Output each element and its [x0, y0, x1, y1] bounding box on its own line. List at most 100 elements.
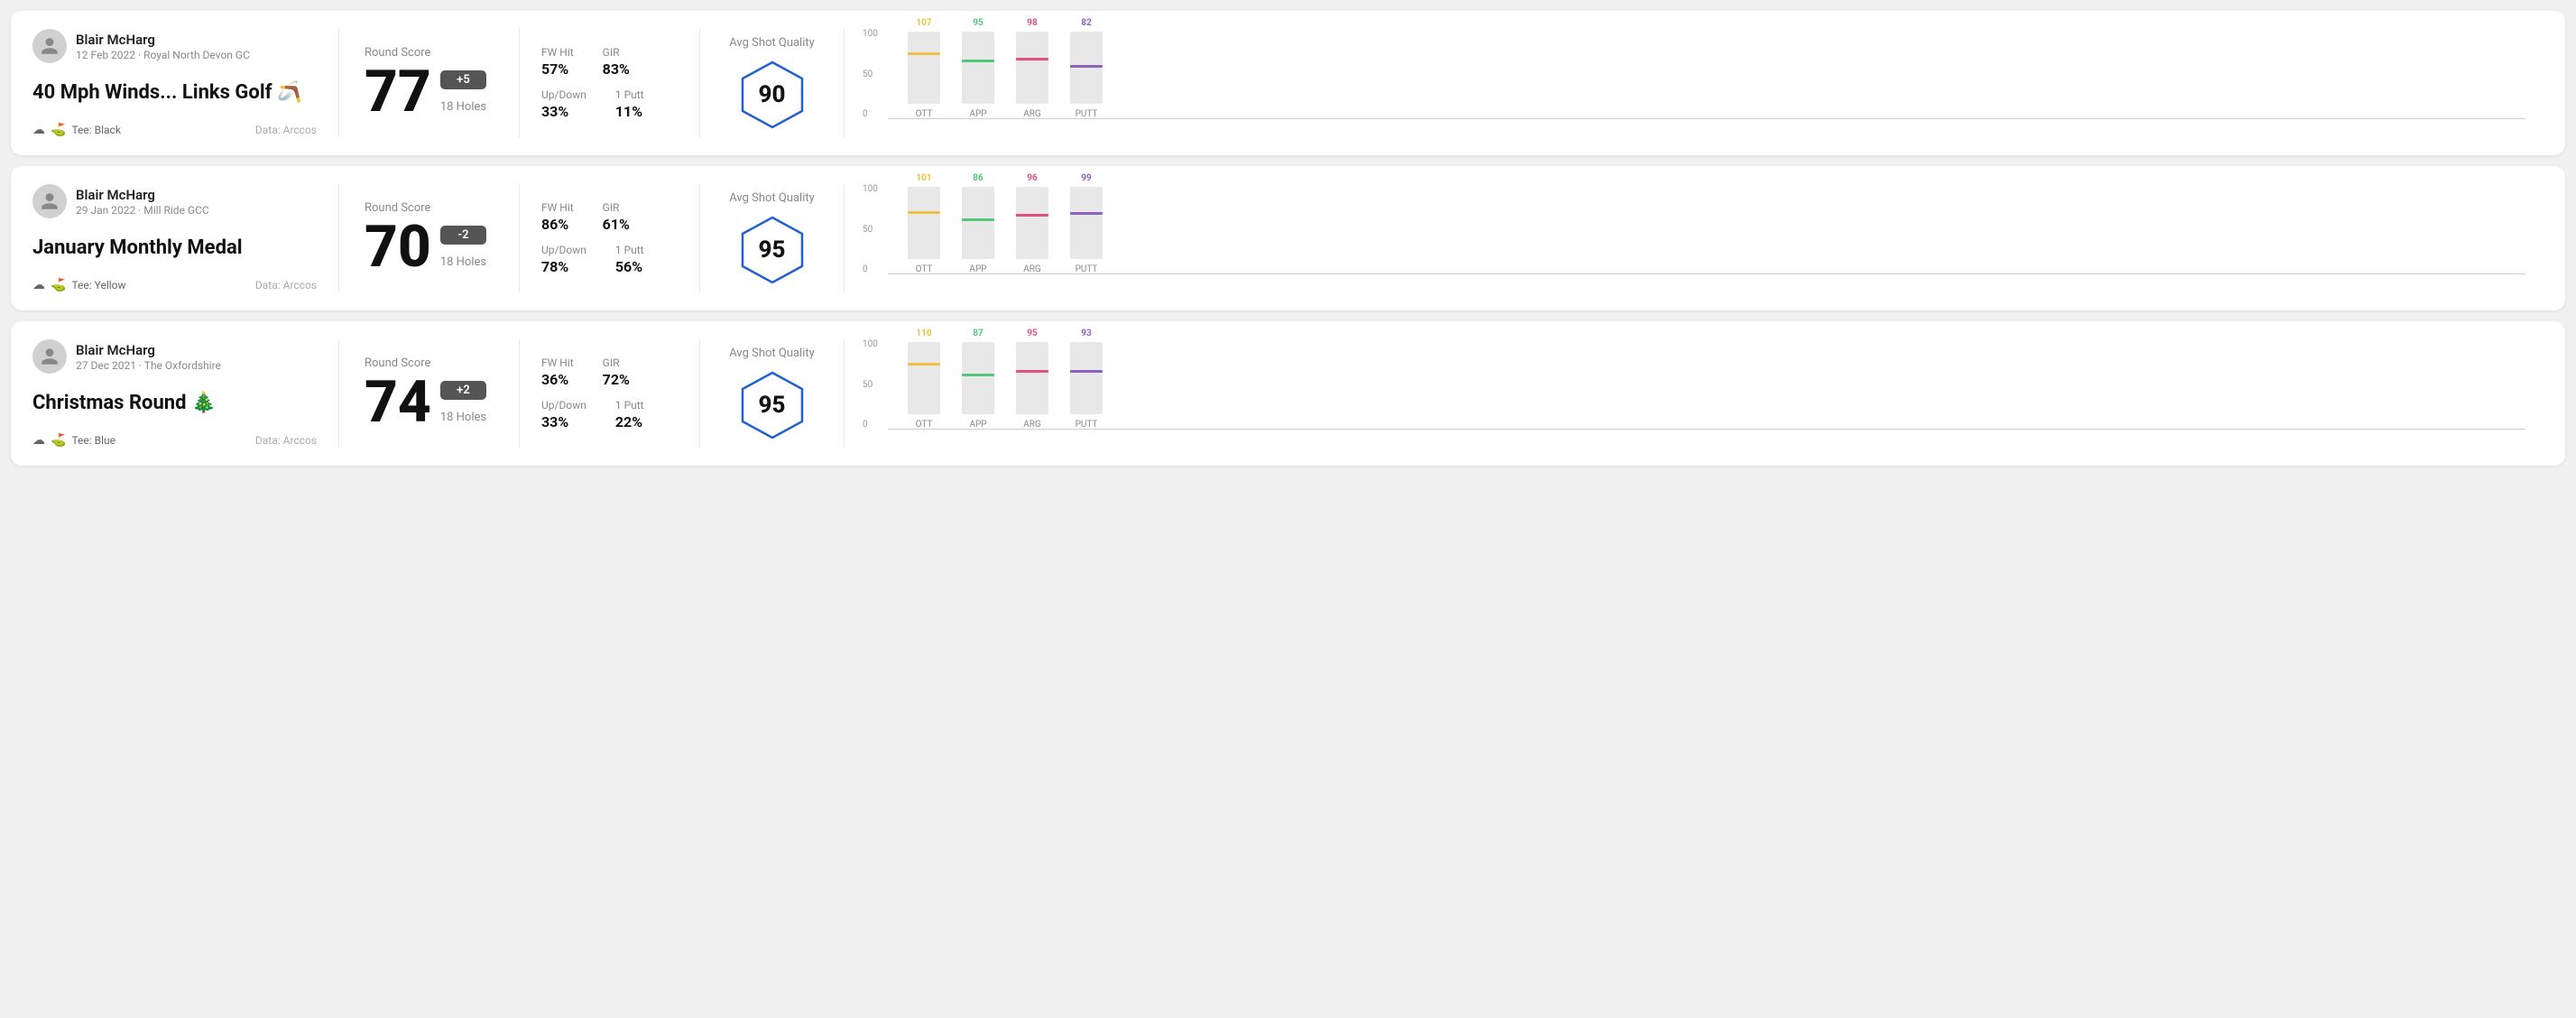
round-title: 40 Mph Winds... Links Golf 🪃 [32, 81, 317, 104]
up-down: Up/Down33% [541, 399, 586, 430]
quality-label: Avg Shot Quality [729, 36, 815, 50]
bar-group-app: 95APP [960, 18, 996, 119]
tee-label: Tee: Blue [71, 434, 115, 447]
bar-value-ott: 110 [916, 329, 931, 338]
y-axis: 100500 [863, 29, 888, 119]
up-down-value: 78% [541, 258, 586, 275]
bar-bg-putt [1070, 32, 1103, 104]
bar-color-line-ott [908, 363, 940, 366]
bar-wrapper-arg [1014, 342, 1050, 414]
bar-fill-putt [1070, 369, 1103, 414]
stats-section: FW Hit57% GIR83% Up/Down33% 1 Putt11% [520, 29, 700, 137]
chart-section: 100500107OTT95APP98ARG82PUTT [845, 29, 2544, 137]
one-putt-value: 56% [615, 258, 644, 275]
bar-fill-app [962, 217, 994, 259]
y-axis-label: 50 [863, 225, 888, 235]
cloud-icon: ☁ [32, 433, 45, 448]
up-down-value: 33% [541, 103, 586, 120]
bar-color-line-app [962, 374, 994, 376]
fw-hit-label: FW Hit [541, 46, 574, 59]
chart-baseline [888, 273, 2525, 274]
bar-bg-putt [1070, 187, 1103, 259]
up-down: Up/Down33% [541, 88, 586, 120]
bar-value-app: 87 [973, 329, 983, 338]
gir-label: GIR [603, 356, 630, 369]
bar-wrapper-arg [1014, 32, 1050, 104]
stats-row-2: Up/Down33% 1 Putt11% [541, 88, 678, 120]
fw-hit-label: FW Hit [541, 201, 574, 214]
stats-row-1: FW Hit57% GIR83% [541, 46, 678, 78]
bar-color-line-app [962, 218, 994, 221]
bar-color-line-ott [908, 52, 940, 55]
gir: GIR61% [603, 201, 630, 233]
bar-color-line-putt [1070, 212, 1103, 215]
bar-value-arg: 98 [1027, 18, 1037, 28]
fw-hit-value: 57% [541, 60, 574, 78]
gir: GIR 72% [603, 356, 630, 388]
player-footer: ☁⛳Tee: BlueData: Arccos [32, 433, 317, 448]
score-holes: 18 Holes [440, 411, 486, 424]
score-section: Round Score70-218 Holes [339, 184, 520, 292]
one-putt-value: 22% [615, 413, 644, 430]
stats-row-2: Up/Down78% 1 Putt 56% [541, 244, 678, 275]
avatar [32, 29, 67, 63]
score-badge-wrap: -218 Holes [440, 226, 486, 276]
y-axis: 100500 [863, 184, 888, 274]
y-axis-label: 0 [863, 264, 888, 274]
bar-fill-ott [908, 210, 940, 259]
bar-bg-ott [908, 32, 940, 104]
bar-value-arg: 96 [1027, 173, 1037, 183]
hex-score-value: 95 [759, 236, 786, 264]
bar-group-putt: 99PUTT [1068, 173, 1104, 274]
bar-wrapper-ott [906, 187, 942, 259]
bar-wrapper-putt [1068, 32, 1104, 104]
bar-bg-ott [908, 342, 940, 414]
score-diff-badge: +2 [440, 381, 486, 400]
stats-row-1: FW Hit36%GIR72% [541, 356, 678, 388]
round-title: Christmas Round 🎄 [32, 392, 317, 414]
y-axis-label: 100 [863, 29, 888, 39]
bar-group-app: 87APP [960, 329, 996, 430]
bar-color-line-app [962, 60, 994, 62]
bar-fill-putt [1070, 64, 1103, 104]
bar-color-line-arg [1016, 370, 1048, 373]
one-putt-label: 1 Putt [615, 244, 644, 256]
cloud-icon: ☁ [32, 123, 45, 137]
fw-hit-value: 36% [541, 371, 574, 388]
up-down-label: Up/Down [541, 399, 586, 412]
bar-wrapper-arg [1014, 187, 1050, 259]
bar-bg-arg [1016, 32, 1048, 104]
chart-section: 100500110OTT87APP95ARG93PUTT [845, 339, 2544, 448]
stats-row-1: FW Hit86%GIR61% [541, 201, 678, 233]
bar-group-ott: 107OTT [906, 18, 942, 119]
player-footer: ☁⛳Tee: YellowData: Arccos [32, 278, 317, 292]
player-footer: ☁⛳Tee: BlackData: Arccos [32, 123, 317, 137]
fw-hit: FW Hit57% [541, 46, 574, 78]
bar-fill-arg [1016, 369, 1048, 414]
bar-fill-ott [908, 362, 940, 414]
bar-chart: 100500110OTT87APP95ARG93PUTT [863, 339, 2525, 448]
score-section: Round Score74+218 Holes [339, 339, 520, 448]
score-row: 77+518 Holes [365, 63, 494, 121]
bar-wrapper-app [960, 187, 996, 259]
one-putt: 1 Putt11% [615, 88, 644, 120]
player-info: Blair McHarg29 Jan 2022 · Mill Ride GCC [76, 187, 209, 217]
avatar [32, 339, 67, 374]
gir-value: 72% [603, 371, 630, 388]
gir-value: 83% [603, 60, 630, 78]
bar-value-app: 86 [973, 173, 983, 183]
gir-label: GIR [603, 201, 630, 214]
tee-info: ☁⛳Tee: Blue [32, 433, 115, 448]
bar-fill-app [962, 59, 994, 104]
one-putt: 1 Putt22% [615, 399, 644, 430]
bar-wrapper-ott [906, 32, 942, 104]
gir-label: GIR [603, 46, 630, 59]
up-down: Up/Down78% [541, 244, 586, 275]
bar-fill-arg [1016, 213, 1048, 259]
one-putt: 1 Putt 56% [615, 244, 644, 275]
player-date: 29 Jan 2022 · Mill Ride GCC [76, 204, 209, 217]
bar-group-arg: 96ARG [1014, 173, 1050, 274]
stats-row-2: Up/Down33% 1 Putt22% [541, 399, 678, 430]
player-section: Blair McHarg27 Dec 2021 · The Oxfordshir… [32, 339, 339, 448]
player-info: Blair McHarg12 Feb 2022 · Royal North De… [76, 32, 250, 61]
